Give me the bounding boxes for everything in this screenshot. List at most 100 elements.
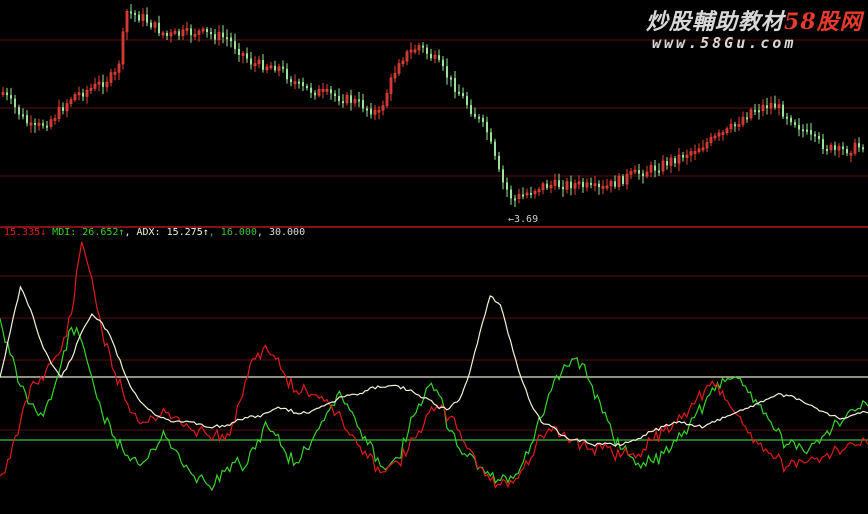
lowest-low-marker: ←3.69 [508,214,539,225]
candle-body-down [654,165,656,171]
chart-canvas[interactable] [0,0,868,514]
candle-body-down [810,129,812,135]
candle-body-down [366,108,368,111]
candle-body-down [334,93,336,97]
candle-body-down [806,129,808,132]
candle-body-down [158,22,160,34]
candle-body-down [230,37,232,42]
candle-body-down [658,170,660,173]
candle-body-down [758,110,760,113]
candle-body-down [82,92,84,97]
candle-body-down [426,47,428,54]
candle-body-down [494,141,496,156]
candle-body-down [458,91,460,94]
candle-body-down [234,41,236,49]
candle-body-down [246,53,248,59]
candle-body-down [306,85,308,88]
candle-body-down [14,98,16,108]
candle-body-down [570,181,572,189]
candle-body-down [26,115,28,124]
candle-body-down [422,45,424,48]
candle-body-down [642,173,644,177]
watermark-brand: 炒股輔助教材58股网 [646,4,863,36]
candle-body-down [822,139,824,150]
legend-sep-1: , [208,227,221,238]
candle-body-down [842,146,844,150]
candle-body-down [510,189,512,199]
candle-body-down [62,107,64,111]
candle-body-down [666,161,668,166]
mdi-value: 26.652↑ [82,227,125,238]
candle-body-down [358,99,360,102]
candle-body-down [814,134,816,137]
candle-body-down [46,125,48,128]
candle-body-down [682,155,684,158]
candle-body-down [746,117,748,120]
candle-body-down [450,77,452,80]
candle-body-down [330,89,332,94]
candle-body-down [858,143,860,148]
candle-body-down [862,147,864,150]
candle-body-down [210,32,212,35]
candle-body-down [674,158,676,164]
candle-body-down [10,95,12,99]
candle-body-down [342,101,344,104]
legend-sep-2: , [256,227,269,238]
candle-body-down [454,78,456,92]
candle-body-down [206,29,208,33]
candle-body-down [302,82,304,86]
adx-label: , ADX: [124,227,167,238]
candle-body-down [430,53,432,59]
candle-body-down [18,107,20,115]
candle-body-down [478,116,480,119]
candle-body-down [150,22,152,28]
candle-body-down [146,14,148,23]
candle-body-down [462,93,464,97]
candle-body-down [6,92,8,96]
candle-body-down [470,104,472,114]
candle-body-down [370,108,372,115]
candle-body-down [530,192,532,195]
candle-body-down [622,176,624,184]
candle-body-down [282,66,284,69]
candle-body-down [846,149,848,154]
candle-body-down [590,182,592,185]
candle-body-down [262,60,264,70]
pdi-value: 15.335↓ [4,227,47,238]
candle-body-down [274,65,276,71]
candle-body-down [130,11,132,14]
candle-body-down [514,198,516,201]
candle-body-down [466,96,468,105]
candle-body-down [226,37,228,40]
candle-body-down [766,105,768,109]
candle-body-down [238,48,240,55]
candle-body-down [34,123,36,126]
candle-body-down [314,92,316,96]
candle-body-down [802,129,804,132]
candle-body-down [138,14,140,21]
candle-body-down [834,145,836,150]
candle-body-down [166,32,168,36]
candle-body-down [558,180,560,187]
candle-body-down [250,58,252,65]
indicator-legend: 15.335↓ MDI: 26.652↑, ADX: 15.275↑, 16.0… [4,226,305,240]
level-high-value: 30.000 [268,227,306,238]
candle-body-down [474,113,476,117]
adx-value: 15.275↑ [166,227,209,238]
watermark-url: www.58Gu.com [652,34,797,52]
adx-series-line [0,285,868,447]
candle-body-down [582,181,584,188]
candle-body-down [338,96,340,102]
candle-body-down [298,81,300,84]
candle-body-down [598,183,600,188]
candle-body-down [638,170,640,174]
watermark-brand-main: 炒股輔助教材 [646,9,785,35]
candle-body-down [362,100,364,109]
level-low-value: 16.000 [220,227,257,238]
candle-body-down [42,123,44,126]
candle-body-down [214,34,216,40]
candle-body-down [614,181,616,187]
candle-body-down [482,118,484,122]
candle-body-down [190,28,192,36]
candle-body-down [562,186,564,190]
